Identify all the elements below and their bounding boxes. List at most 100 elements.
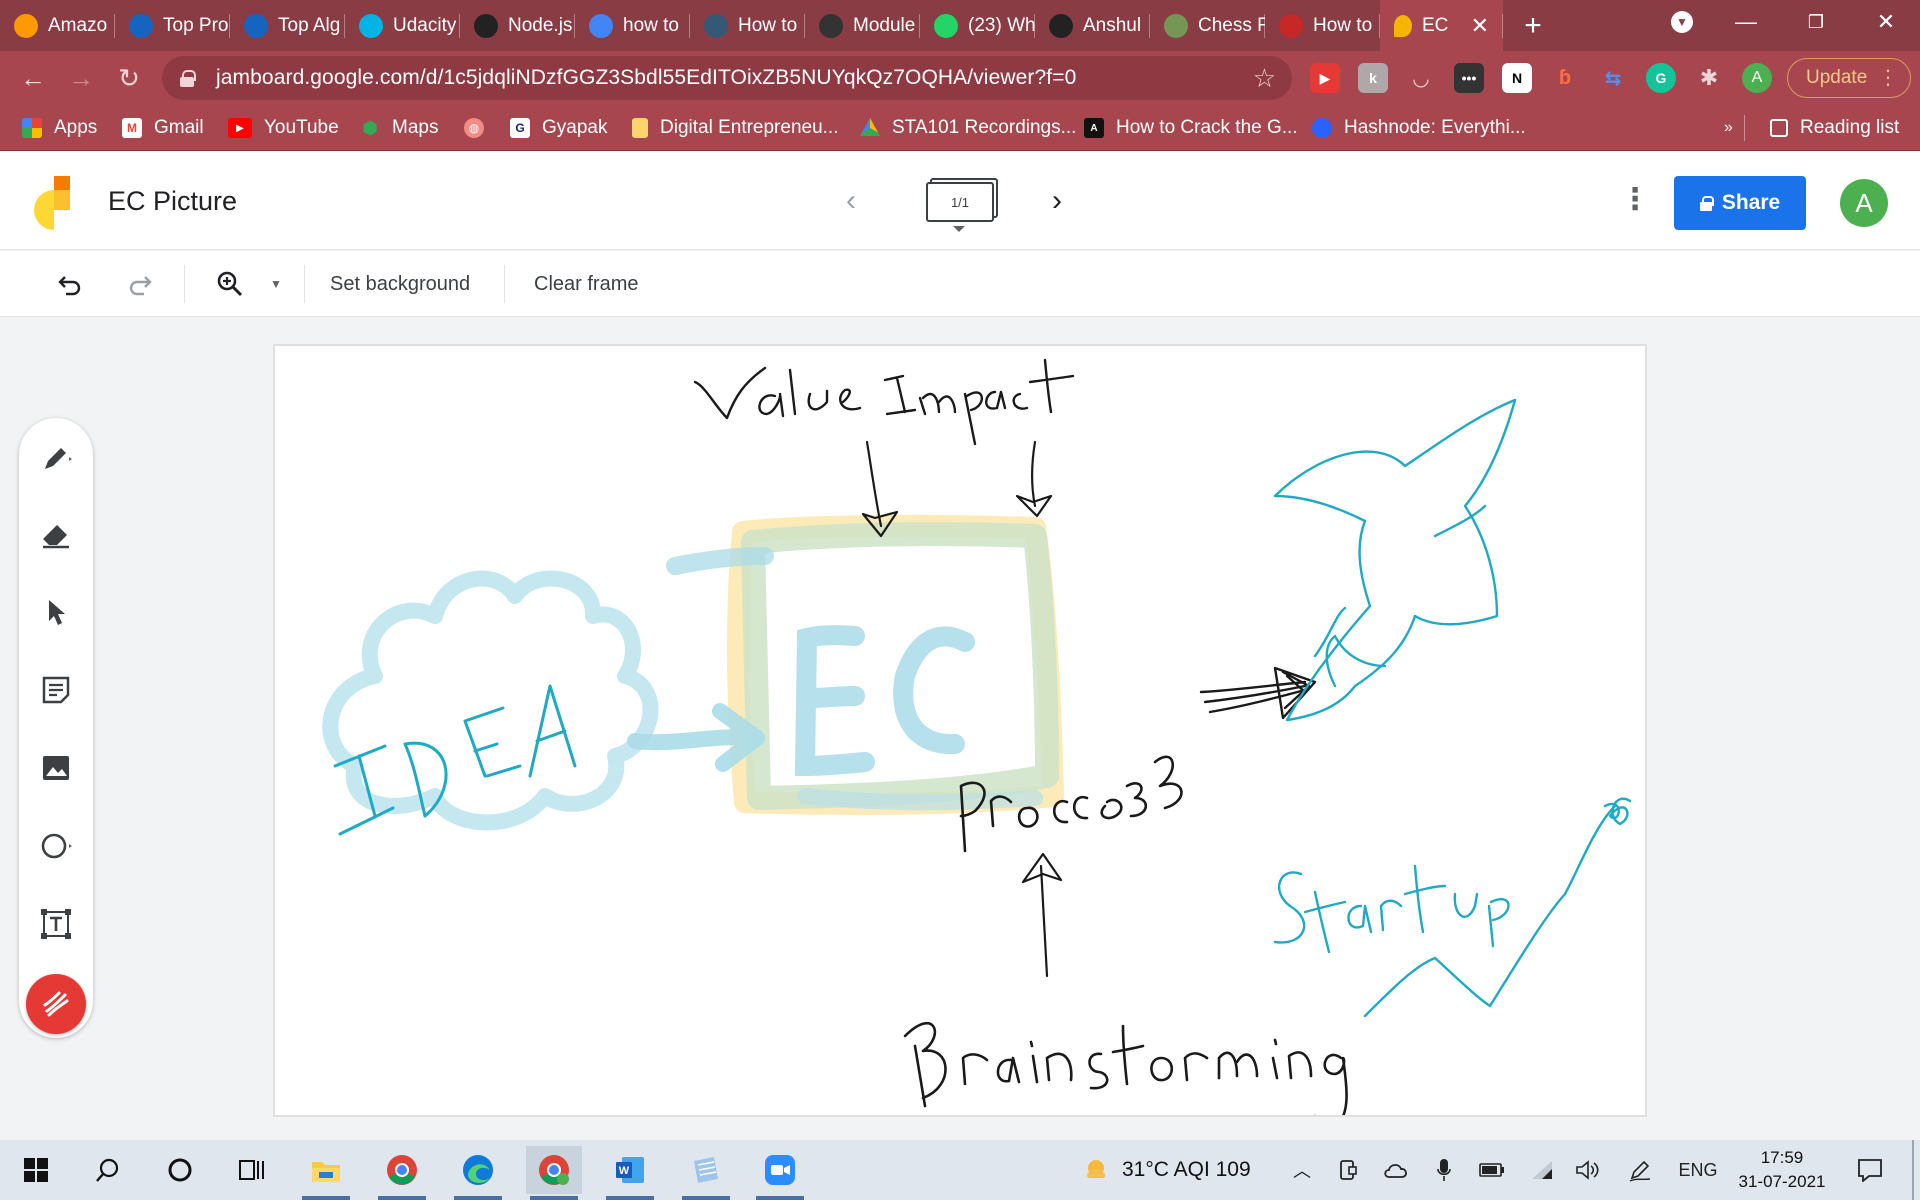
extensions-puzzle-icon[interactable]: ✱ <box>1694 63 1724 93</box>
next-frame-button[interactable]: › <box>1052 184 1062 218</box>
restore-button[interactable]: ❐ <box>1786 0 1846 44</box>
tab-10[interactable]: Chess F <box>1150 0 1265 51</box>
document-title[interactable]: EC Picture <box>108 186 237 217</box>
redo-icon <box>129 276 152 296</box>
onedrive-button[interactable] <box>1382 1140 1410 1200</box>
show-desktop-button[interactable] <box>1912 1140 1914 1200</box>
bookmark-hashnode[interactable]: Hashnode: Everythi... <box>1312 105 1526 151</box>
update-button[interactable]: Update ⋮ <box>1787 58 1911 98</box>
account-avatar[interactable]: A <box>1840 179 1888 227</box>
chrome-button[interactable] <box>374 1146 430 1200</box>
forward-button[interactable]: → <box>62 59 100 97</box>
laser-tool[interactable] <box>26 974 86 1034</box>
extension-pocket-icon[interactable]: ◡ <box>1406 63 1436 93</box>
extension-grammarly-icon[interactable]: G <box>1646 63 1676 93</box>
notes-app-button[interactable] <box>678 1146 734 1200</box>
clock-time: 17:59 <box>1760 1148 1804 1167</box>
tab-active[interactable]: EC ✕ <box>1380 0 1503 51</box>
address-bar[interactable]: jamboard.google.com/d/1c5jdqliNDzfGGZ3Sb… <box>162 56 1292 100</box>
zoom-button[interactable] <box>208 265 252 303</box>
more-options-button[interactable]: ⋮ <box>1620 182 1650 217</box>
tab-6[interactable]: How to <box>690 0 805 51</box>
node-icon <box>474 13 498 38</box>
minimize-button[interactable]: — <box>1716 0 1776 44</box>
weather-widget[interactable]: 31°C AQI 109 <box>1082 1140 1251 1200</box>
cortana-button[interactable] <box>152 1146 208 1194</box>
text-box-tool[interactable] <box>38 906 74 942</box>
bookmark-youtube[interactable]: ▶ YouTube <box>228 105 339 151</box>
extension-notion-icon[interactable]: N <box>1502 63 1532 93</box>
previous-frame-button[interactable]: ‹ <box>846 184 856 218</box>
add-image-tool[interactable] <box>38 750 74 786</box>
bookmark-star-icon[interactable]: ☆ <box>1253 63 1276 94</box>
extension-k-icon[interactable]: k <box>1358 63 1388 93</box>
microphone-button[interactable] <box>1432 1140 1456 1200</box>
bookmark-apps[interactable]: Apps <box>22 105 97 151</box>
sticky-note-tool[interactable] <box>38 672 74 708</box>
tab-0[interactable]: Amazo <box>0 0 115 51</box>
extension-dots-icon[interactable]: ••• <box>1454 63 1484 93</box>
back-button[interactable]: ← <box>14 59 52 97</box>
module-icon <box>819 13 843 38</box>
close-window-button[interactable]: ✕ <box>1856 0 1916 44</box>
tool-rail <box>19 418 93 1038</box>
task-view-button[interactable] <box>224 1146 280 1194</box>
redo-button[interactable] <box>120 265 160 303</box>
wifi-button[interactable] <box>1528 1140 1556 1200</box>
tab-9[interactable]: Anshul <box>1035 0 1150 51</box>
meet-now-button[interactable] <box>1336 1140 1360 1200</box>
frame-dropdown-icon[interactable] <box>953 226 965 232</box>
share-button[interactable]: Share <box>1674 176 1806 230</box>
tab-search-button[interactable]: ▼ <box>1652 0 1712 44</box>
tab-2[interactable]: Top Alg <box>230 0 345 51</box>
clock[interactable]: 17:59 31-07-2021 <box>1734 1146 1830 1194</box>
bookmark-gmail[interactable]: M Gmail <box>122 105 204 151</box>
url-text[interactable]: jamboard.google.com/d/1c5jdqliNDzfGGZ3Sb… <box>216 66 1076 90</box>
tab-4[interactable]: Node.js <box>460 0 575 51</box>
tab-3[interactable]: Udacity <box>345 0 460 51</box>
pen-tool[interactable] <box>38 440 74 476</box>
show-hidden-icons-button[interactable]: ︿ <box>1290 1140 1314 1200</box>
tab-8[interactable]: (23) Wh <box>920 0 1035 51</box>
undo-button[interactable] <box>50 265 90 303</box>
search-button[interactable] <box>80 1146 136 1194</box>
bookmark-sta101[interactable]: STA101 Recordings... <box>860 105 1076 151</box>
clear-frame-button[interactable]: Clear frame <box>534 265 638 303</box>
whiteboard-frame[interactable] <box>273 344 1647 1117</box>
reading-list-button[interactable]: Reading list <box>1770 105 1899 151</box>
extension-arrows-icon[interactable]: ⇆ <box>1598 63 1628 93</box>
start-button[interactable] <box>8 1146 64 1194</box>
eraser-tool[interactable] <box>38 516 74 552</box>
file-explorer-button[interactable] <box>298 1146 354 1200</box>
battery-button[interactable] <box>1478 1140 1506 1200</box>
bookmark-crack-the[interactable]: A How to Crack the G... <box>1084 105 1298 151</box>
select-tool[interactable] <box>38 594 74 630</box>
language-indicator[interactable]: ENG <box>1674 1140 1722 1200</box>
extension-youtube-icon[interactable]: ▶ <box>1310 63 1340 93</box>
pen-workspace-button[interactable] <box>1626 1140 1654 1200</box>
new-tab-button[interactable]: + <box>1503 0 1563 51</box>
bookmark-digital-entrepreneur[interactable]: Digital Entrepreneu... <box>632 105 839 151</box>
tab-1[interactable]: Top Pro <box>115 0 230 51</box>
word-button[interactable]: W <box>602 1146 658 1200</box>
bookmarks-overflow-button[interactable]: » <box>1724 105 1733 151</box>
set-background-button[interactable]: Set background <box>330 265 470 303</box>
tab-7[interactable]: Module <box>805 0 920 51</box>
tab-11[interactable]: How to <box>1265 0 1380 51</box>
bookmark-globe[interactable]: ◍ <box>464 105 496 151</box>
close-tab-icon[interactable]: ✕ <box>1471 13 1489 39</box>
edge-button[interactable] <box>450 1146 506 1200</box>
extension-b-icon[interactable]: ɓ <box>1550 63 1580 93</box>
bookmark-gyapak[interactable]: G Gyapak <box>510 105 607 151</box>
reload-button[interactable]: ↻ <box>110 59 148 97</box>
chrome-profile-button[interactable] <box>526 1146 582 1200</box>
zoom-dropdown-button[interactable]: ▼ <box>264 265 288 303</box>
volume-button[interactable] <box>1574 1140 1602 1200</box>
profile-avatar[interactable]: A <box>1742 63 1772 93</box>
zoom-app-button[interactable] <box>752 1146 808 1200</box>
notifications-button[interactable] <box>1852 1140 1888 1200</box>
shape-tool[interactable] <box>38 828 74 864</box>
tab-5[interactable]: how to <box>575 0 690 51</box>
bookmark-maps[interactable]: ⬢ Maps <box>360 105 438 151</box>
frame-counter[interactable]: 1/1 <box>926 182 994 222</box>
